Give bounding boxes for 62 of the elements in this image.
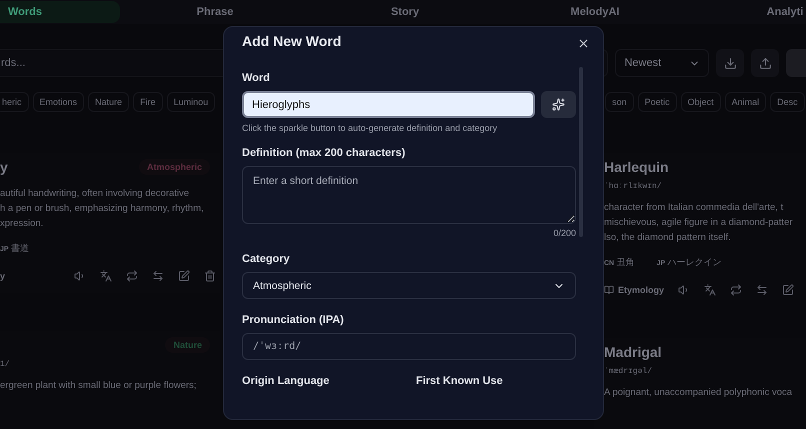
field-label: Origin Language	[242, 375, 330, 387]
field-label: Definition (max 200 characters)	[242, 147, 406, 159]
etymology-link[interactable]: y	[0, 271, 60, 281]
word-input[interactable]: Hieroglyphs	[242, 91, 535, 118]
swap-icon[interactable]	[152, 270, 164, 282]
translate-icon[interactable]	[704, 284, 716, 296]
category-select[interactable]: Atmospheric	[242, 272, 576, 299]
category-chip[interactable]: Desc	[770, 92, 805, 112]
definition-text: A poignant, unaccompanied polyphonic voca	[604, 386, 794, 400]
pronunciation-text: ˈhɑːrlɪkwɪn/	[604, 182, 663, 191]
category-chip[interactable]: heric	[0, 92, 29, 112]
character-counter: 0/200	[552, 228, 576, 238]
category-chip[interactable]: Animal	[724, 92, 766, 112]
field-label: Word	[242, 72, 271, 84]
definition-input[interactable]: Enter a short definition	[242, 166, 576, 224]
close-button[interactable]	[577, 37, 590, 50]
category-chip[interactable]: Fire	[133, 92, 163, 112]
pronunciation-text: 1/	[0, 360, 11, 369]
category-tag: Nature	[165, 337, 210, 353]
nav-tab[interactable]: MelodyAI	[500, 1, 690, 23]
category-chip[interactable]: son	[605, 92, 634, 112]
dialog-title: Add New Word	[242, 33, 342, 51]
word-title: Harlequin	[604, 159, 669, 175]
edit-icon[interactable]	[782, 284, 794, 296]
edit-icon[interactable]	[178, 270, 190, 282]
pronunciation-input[interactable]: /ˈwɜːrd/	[242, 333, 576, 360]
translate-icon[interactable]	[100, 270, 112, 282]
field-label: Category	[242, 253, 291, 265]
repeat-icon[interactable]	[730, 284, 742, 296]
field-label: Pronunciation (IPA)	[242, 314, 345, 326]
speaker-icon[interactable]	[678, 284, 690, 296]
category-chip[interactable]: Poetic	[638, 92, 677, 112]
word-title: Madrigal	[604, 344, 662, 360]
definition-text: autiful handwriting, often involving decorative h a pen or brush, emphasizing harmony, rhythm, xpression.	[0, 187, 205, 231]
swap-icon[interactable]	[756, 284, 768, 296]
nav-tab[interactable]: Phrase	[120, 1, 310, 23]
nav-tab[interactable]: Words	[0, 1, 120, 23]
speaker-icon[interactable]	[74, 270, 86, 282]
category-tag: Atmospheric	[138, 159, 210, 175]
word-title: y	[0, 159, 8, 175]
category-chip[interactable]: Object	[680, 92, 721, 112]
category-chip[interactable]: Luminou	[166, 92, 216, 112]
field-label: First Known Use	[416, 375, 504, 387]
download-icon	[724, 56, 736, 70]
category-chip[interactable]: Nature	[88, 92, 130, 112]
sparkle-icon	[552, 98, 565, 111]
nav-tab[interactable]: Analyti	[690, 1, 806, 23]
sparkle-button[interactable]	[541, 91, 576, 118]
hint-text: Click the sparkle button to auto-generate definition and category	[242, 123, 498, 133]
definition-text: ergreen plant with small blue or purple flowers;	[0, 379, 198, 393]
pronunciation-text: ˈmædrɪɡəl/	[604, 367, 654, 376]
download-button[interactable]	[716, 49, 744, 77]
etymology-link[interactable]: Etymology	[604, 285, 664, 295]
repeat-icon[interactable]	[126, 270, 138, 282]
upload-icon	[758, 56, 772, 70]
nav-tab[interactable]: Story	[310, 1, 500, 23]
trash-icon[interactable]	[204, 270, 216, 282]
definition-text: character from Italian commedia dell'arte, t mischievous, agile figure in a diamond-patter lso, the diamond pattern itself.	[604, 201, 794, 245]
book-icon	[604, 285, 614, 295]
category-chip[interactable]: Emotions	[32, 92, 84, 112]
sort-select[interactable]: Newest	[615, 49, 709, 77]
upload-button[interactable]	[751, 49, 779, 77]
